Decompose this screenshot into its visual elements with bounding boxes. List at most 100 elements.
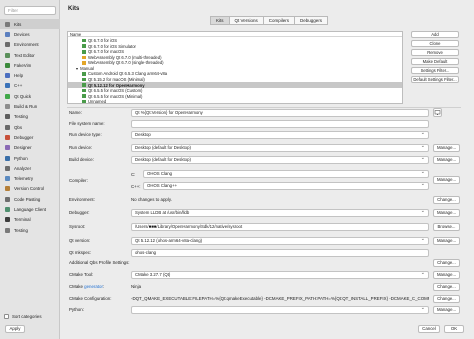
tab-debuggers[interactable]: Debuggers (294, 16, 329, 25)
cmake-configuration-change-button[interactable]: Change... (433, 295, 460, 303)
sysroot-browse-button[interactable]: Browse... (433, 223, 460, 231)
environment-change-button[interactable]: Change... (433, 196, 460, 204)
debugger-label: Debugger: (69, 210, 90, 215)
sidebar-item-c[interactable]: C++ (0, 81, 60, 91)
sidebar-item-qbs[interactable]: Qbs (0, 122, 60, 132)
debugger-icon (5, 134, 10, 140)
python-manage-button[interactable]: Manage... (433, 306, 460, 314)
kit-name: Qt 6.7.0 for iOS Simulator (88, 43, 136, 49)
sidebar-item-terminal[interactable]: Terminal (0, 215, 60, 225)
remove-kit-button[interactable]: Remove (411, 49, 459, 56)
clone-kit-button[interactable]: Clone (411, 40, 459, 47)
kit-status-icon (82, 38, 86, 43)
analyzer-icon (5, 165, 10, 171)
sidebar-item-debugger[interactable]: Debugger (0, 132, 60, 142)
cmake-generator-link[interactable]: generator (84, 284, 103, 289)
make-default-button[interactable]: Make Default (411, 58, 459, 65)
build-device-select[interactable]: Desktop (default for Desktop) (131, 156, 429, 164)
cmake-generator-change-button[interactable]: Change... (433, 283, 460, 291)
sidebar-item-kits[interactable]: Kits (0, 19, 60, 30)
kit-tree[interactable]: Name Qt 6.7.0 for iOS Qt 6.7.0 for iOS Sim… (67, 31, 403, 104)
tab-qt-versions[interactable]: Qt Versions (228, 16, 263, 25)
qt-version-label: Qt version: (69, 238, 91, 243)
sidebar-item-build-run[interactable]: Build & Run (0, 101, 60, 111)
compiler-c-select[interactable]: OHOS Clang (143, 170, 429, 178)
sidebar-item-label: FakeVim (14, 62, 32, 68)
checkbox-box[interactable] (4, 314, 9, 319)
qt-quick-icon (5, 93, 10, 99)
add-kit-button[interactable]: Add (411, 31, 459, 38)
settings-sidebar: Filter Kits Devices Environment Text Editor… (0, 0, 60, 339)
sidebar-item-fakevim[interactable]: FakeVim (0, 60, 60, 70)
sidebar-item-help[interactable]: Help (0, 71, 60, 81)
tab-compilers[interactable]: Compilers (262, 16, 295, 25)
file-system-name-field[interactable] (131, 120, 429, 128)
sidebar-item-label: C++ (14, 83, 23, 89)
sidebar-item-version-control[interactable]: Version Control (0, 184, 60, 194)
kit-row[interactable]: Unnamed (68, 99, 402, 104)
language-client-icon (5, 207, 10, 213)
cmake-generator-label: CMake generator: (69, 284, 104, 289)
sidebar-item-designer[interactable]: Designer (0, 143, 60, 153)
sidebar-item-code-pasting[interactable]: Code Pasting (0, 194, 60, 204)
sidebar-item-label: Environment (14, 42, 39, 48)
sort-categories-checkbox[interactable]: Sort categories (4, 314, 42, 319)
sidebar-item-devices[interactable]: Devices (0, 29, 60, 39)
compiler-label: Compiler: (69, 178, 88, 183)
sidebar-item-label: Designer (14, 145, 32, 151)
sidebar-item-language-client[interactable]: Language Client (0, 204, 60, 214)
sidebar-item-python[interactable]: Python (0, 153, 60, 163)
compiler-manage-button[interactable]: Manage... (433, 176, 460, 184)
cmake-tool-manage-button[interactable]: Manage... (433, 271, 460, 279)
qt-mkspec-field[interactable]: ohos-clang (131, 249, 429, 257)
debugger-select[interactable]: System LLDB at /usr/bin/lldb (131, 209, 429, 217)
sidebar-item-testing[interactable]: Testing (0, 225, 60, 235)
name-label: Name: (69, 110, 82, 115)
file-system-name-label: File system name: (69, 121, 105, 126)
run-device-type-select[interactable]: Desktop (131, 131, 429, 139)
fakevim-icon (5, 62, 10, 68)
run-device-manage-button[interactable]: Manage... (433, 144, 460, 152)
run-device-select[interactable]: Desktop (default for Desktop) (131, 144, 429, 152)
compiler-cpp-select[interactable]: OHOS Clang++ (143, 182, 429, 190)
filter-input[interactable]: Filter (4, 6, 56, 15)
qt-version-manage-button[interactable]: Manage... (433, 237, 460, 245)
expand-arrow-icon[interactable]: ▾ (76, 66, 78, 71)
ok-button[interactable]: OK (444, 325, 464, 333)
sidebar-item-qt-quick[interactable]: Qt Quick (0, 91, 60, 101)
kit-name: Unnamed (88, 99, 107, 104)
sidebar-item-analyzer[interactable]: Analyzer (0, 163, 60, 173)
kit-name: Qt 5.12.12 for OpenHarmony (88, 82, 145, 88)
kit-status-icon (82, 44, 86, 48)
qt-version-select[interactable]: Qt 5.12.12 (ohos-arm64-v8a-clang) (131, 237, 429, 245)
kit-name: Custom Android Qt 6.5.3 Clang arm64-v8a (88, 71, 168, 77)
apply-button[interactable]: Apply (5, 325, 25, 333)
debugger-manage-button[interactable]: Manage... (433, 209, 460, 217)
name-field[interactable]: Qt %{Qt:Version} for OpenHarmony (131, 109, 429, 117)
build-device-manage-button[interactable]: Manage... (433, 156, 460, 164)
cmake-generator-prefix: CMake (69, 284, 85, 289)
cancel-button[interactable]: Cancel (418, 325, 440, 333)
environment-icon (5, 42, 10, 48)
sidebar-item-label: Version Control (14, 186, 45, 192)
sidebar-item-environment[interactable]: Environment (0, 40, 60, 50)
sidebar-item-testing[interactable]: Testing (0, 112, 60, 122)
cpp-icon (5, 83, 10, 89)
kit-status-icon (82, 50, 86, 54)
qbs-profile-change-button[interactable]: Change... (433, 259, 460, 267)
settings-filter-button[interactable]: Settings Filter... (411, 67, 459, 74)
kits-icon (5, 21, 10, 27)
devices-icon (5, 31, 10, 37)
sidebar-item-telemetry[interactable]: Telemetry (0, 174, 60, 184)
cmake-tool-select[interactable]: CMake 3.27.7 (Qt) (131, 271, 429, 279)
sidebar-item-text-editor[interactable]: Text Editor (0, 50, 60, 60)
kit-icon-button[interactable] (433, 108, 442, 117)
python-select[interactable] (131, 306, 429, 314)
sysroot-field[interactable]: /Users/■■■/Library/OpenHarmony/Sdk/12/na… (131, 223, 429, 231)
text-editor-icon (5, 52, 10, 58)
default-settings-filter-button[interactable]: Default Settings Filter... (411, 76, 459, 83)
sidebar-item-label: Qbs (14, 124, 23, 130)
tab-kits[interactable]: Kits (210, 16, 229, 25)
cmake-tool-label: CMake Tool: (69, 272, 94, 277)
terminal-icon (5, 217, 10, 223)
